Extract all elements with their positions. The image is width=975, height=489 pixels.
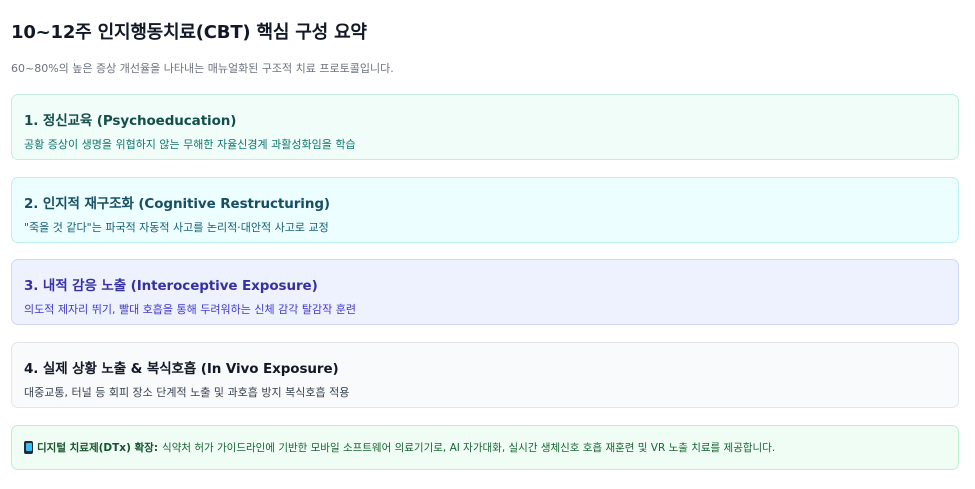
note-text: 식약처 허가 가이드라인에 기반한 모바일 소프트웨어 의료기기로, AI 자가… (162, 442, 776, 454)
card-description: "죽을 것 같다"는 파국적 자동적 사고를 논리적·대안적 사고로 교정 (24, 221, 329, 234)
card-title: 1. 정신교육 (Psychoeducation) (24, 113, 237, 129)
dtx-note: 디지털 치료제(DTx) 확장: 식약처 허가 가이드라인에 기반한 모바일 소… (11, 425, 959, 470)
card-psychoeducation: 1. 정신교육 (Psychoeducation) 공황 증상이 생명을 위협하… (11, 94, 959, 160)
card-description: 대중교통, 터널 등 회피 장소 단계적 노출 및 과호흡 방지 복식호흡 적용 (24, 386, 350, 399)
card-description: 공황 증상이 생명을 위협하지 않는 무해한 자율신경계 과활성화임을 학습 (24, 138, 356, 151)
card-cognitive-restructuring: 2. 인지적 재구조화 (Cognitive Restructuring) "죽… (11, 177, 959, 243)
card-title: 2. 인지적 재구조화 (Cognitive Restructuring) (24, 196, 330, 212)
note-label: 디지털 치료제(DTx) 확장: (37, 442, 159, 454)
page-subtitle: 60~80%의 높은 증상 개선율을 나타내는 매뉴얼화된 구조적 치료 프로토… (11, 62, 394, 75)
card-description: 의도적 제자리 뛰기, 빨대 호흡을 통해 두려워하는 신체 감각 탈감작 훈련 (24, 303, 356, 316)
card-in-vivo-exposure: 4. 실제 상황 노출 & 복식호흡 (In Vivo Exposure) 대중… (11, 342, 959, 408)
card-title: 3. 내적 감응 노출 (Interoceptive Exposure) (24, 278, 318, 294)
mobile-phone-icon (24, 441, 33, 454)
card-title: 4. 실제 상황 노출 & 복식호흡 (In Vivo Exposure) (24, 361, 339, 377)
page-title: 10~12주 인지행동치료(CBT) 핵심 구성 요약 (11, 22, 367, 43)
card-interoceptive-exposure: 3. 내적 감응 노출 (Interoceptive Exposure) 의도적… (11, 259, 959, 325)
